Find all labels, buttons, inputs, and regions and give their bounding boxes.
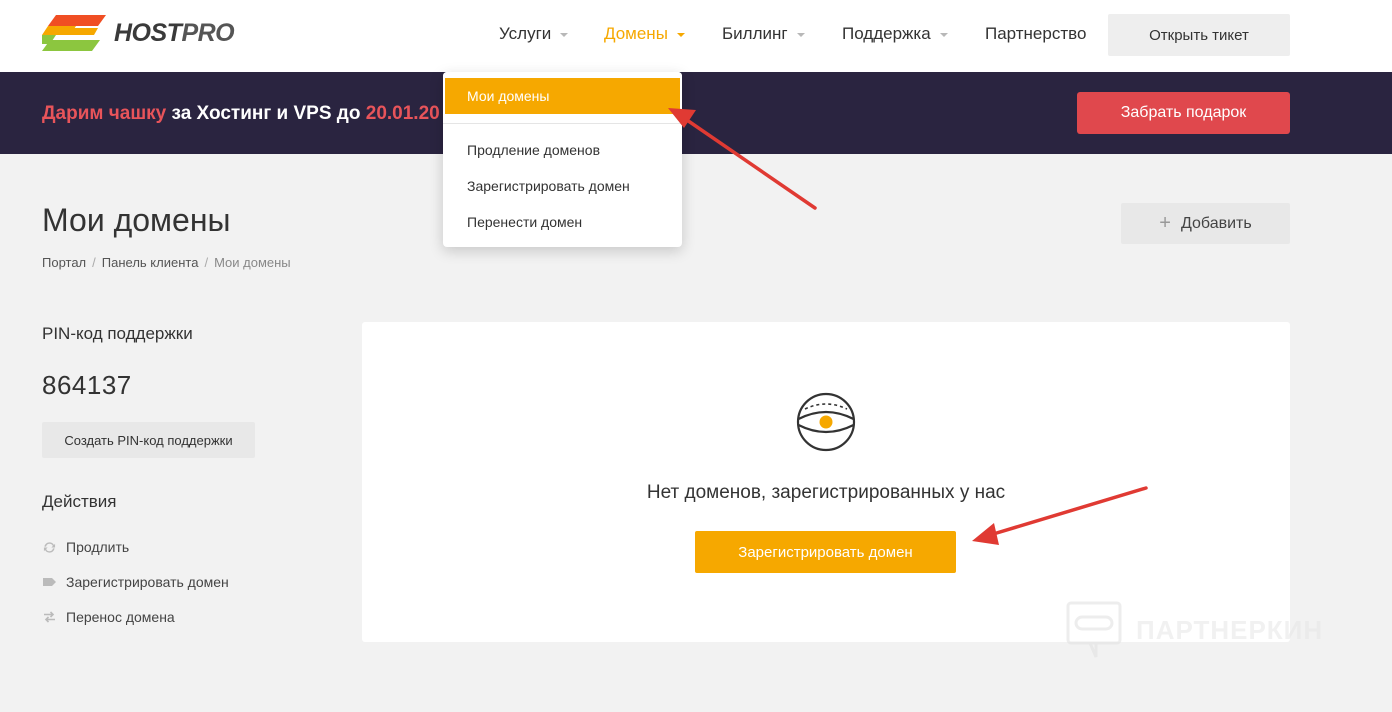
add-button-label: Добавить <box>1180 214 1252 232</box>
dropdown-item-register-domain[interactable]: Зарегистрировать домен <box>443 168 682 204</box>
promo-date: 20.01.20 <box>365 103 440 124</box>
action-renew-label: Продлить <box>66 539 130 555</box>
dropdown-item-renew-domains[interactable]: Продление доменов <box>443 132 682 168</box>
register-domain-button[interactable]: Зарегистрировать домен <box>695 531 956 573</box>
nav-services-label: Услуги <box>499 24 552 43</box>
refresh-icon <box>42 540 56 554</box>
get-gift-button[interactable]: Забрать подарок <box>1077 92 1290 134</box>
hostpro-logo-icon <box>42 15 106 51</box>
pin-value: 864137 <box>42 370 132 400</box>
nav-services[interactable]: Услуги <box>499 24 569 44</box>
logo-text: HOSTPRO <box>114 18 235 47</box>
domains-panel: Нет доменов, зарегистрированных у нас За… <box>362 322 1290 642</box>
nav-billing[interactable]: Биллинг <box>722 24 805 44</box>
promo-text: Дарим чашку за Хостинг и VPS до 20.01.20 <box>42 103 440 125</box>
add-domain-button[interactable]: + Добавить <box>1121 203 1290 244</box>
top-header: HOSTPRO Услуги Домены Биллинг Поддержка … <box>0 0 1392 72</box>
dropdown-divider <box>443 123 682 124</box>
nav-support[interactable]: Поддержка <box>842 24 948 44</box>
nav-partnership-label: Партнерство <box>985 24 1087 43</box>
page-title: Мои домены <box>42 202 231 238</box>
nav-partnership[interactable]: Партнерство <box>985 24 1086 44</box>
empty-state-text: Нет доменов, зарегистрированных у нас <box>646 482 1006 503</box>
promo-body: за Хостинг и VPS до <box>166 103 366 124</box>
breadcrumb-separator: / <box>204 255 209 270</box>
plus-icon: + <box>1159 212 1171 234</box>
nav-support-label: Поддержка <box>842 24 931 43</box>
action-transfer-domain[interactable]: Перенос домена <box>42 609 175 625</box>
caret-down-icon <box>560 33 569 37</box>
promo-banner: Дарим чашку за Хостинг и VPS до 20.01.20… <box>0 72 1392 154</box>
nav-domains-label: Домены <box>604 24 668 43</box>
breadcrumb-client-panel[interactable]: Панель клиента <box>102 255 199 270</box>
transfer-icon <box>42 610 56 624</box>
tag-icon <box>42 575 56 589</box>
domain-empty-icon <box>796 392 856 452</box>
breadcrumb-current: Мои домены <box>214 255 291 270</box>
nav-domains[interactable]: Домены <box>604 24 685 44</box>
create-pin-button[interactable]: Создать PIN-код поддержки <box>42 422 255 458</box>
nav-billing-label: Биллинг <box>722 24 788 43</box>
caret-down-icon <box>796 33 805 37</box>
dropdown-item-transfer-domain[interactable]: Перенести домен <box>443 204 682 240</box>
breadcrumb: Портал / Панель клиента / Мои домены <box>42 255 291 270</box>
open-ticket-button[interactable]: Открыть тикет <box>1108 14 1290 56</box>
action-transfer-label: Перенос домена <box>66 609 175 625</box>
breadcrumb-portal[interactable]: Портал <box>42 255 86 270</box>
dropdown-item-my-domains[interactable]: Мои домены <box>445 78 680 114</box>
actions-heading: Действия <box>42 492 117 511</box>
hostpro-logo[interactable]: HOSTPRO <box>42 13 235 53</box>
partnerkin-watermark: ПАРТНЕРКИН <box>1066 601 1323 659</box>
watermark-text: ПАРТНЕРКИН <box>1136 614 1324 645</box>
pin-heading: PIN-код поддержки <box>42 324 193 343</box>
caret-down-icon <box>676 33 685 37</box>
breadcrumb-separator: / <box>92 255 96 270</box>
action-renew[interactable]: Продлить <box>42 539 129 555</box>
promo-highlight: Дарим чашку <box>42 103 167 124</box>
action-register-domain[interactable]: Зарегистрировать домен <box>42 574 229 590</box>
watermark-logo-icon <box>1066 601 1122 658</box>
domains-dropdown-menu: Мои домены Продление доменов Зарегистрир… <box>443 72 682 247</box>
caret-down-icon <box>939 33 948 37</box>
action-register-label: Зарегистрировать домен <box>66 574 229 590</box>
